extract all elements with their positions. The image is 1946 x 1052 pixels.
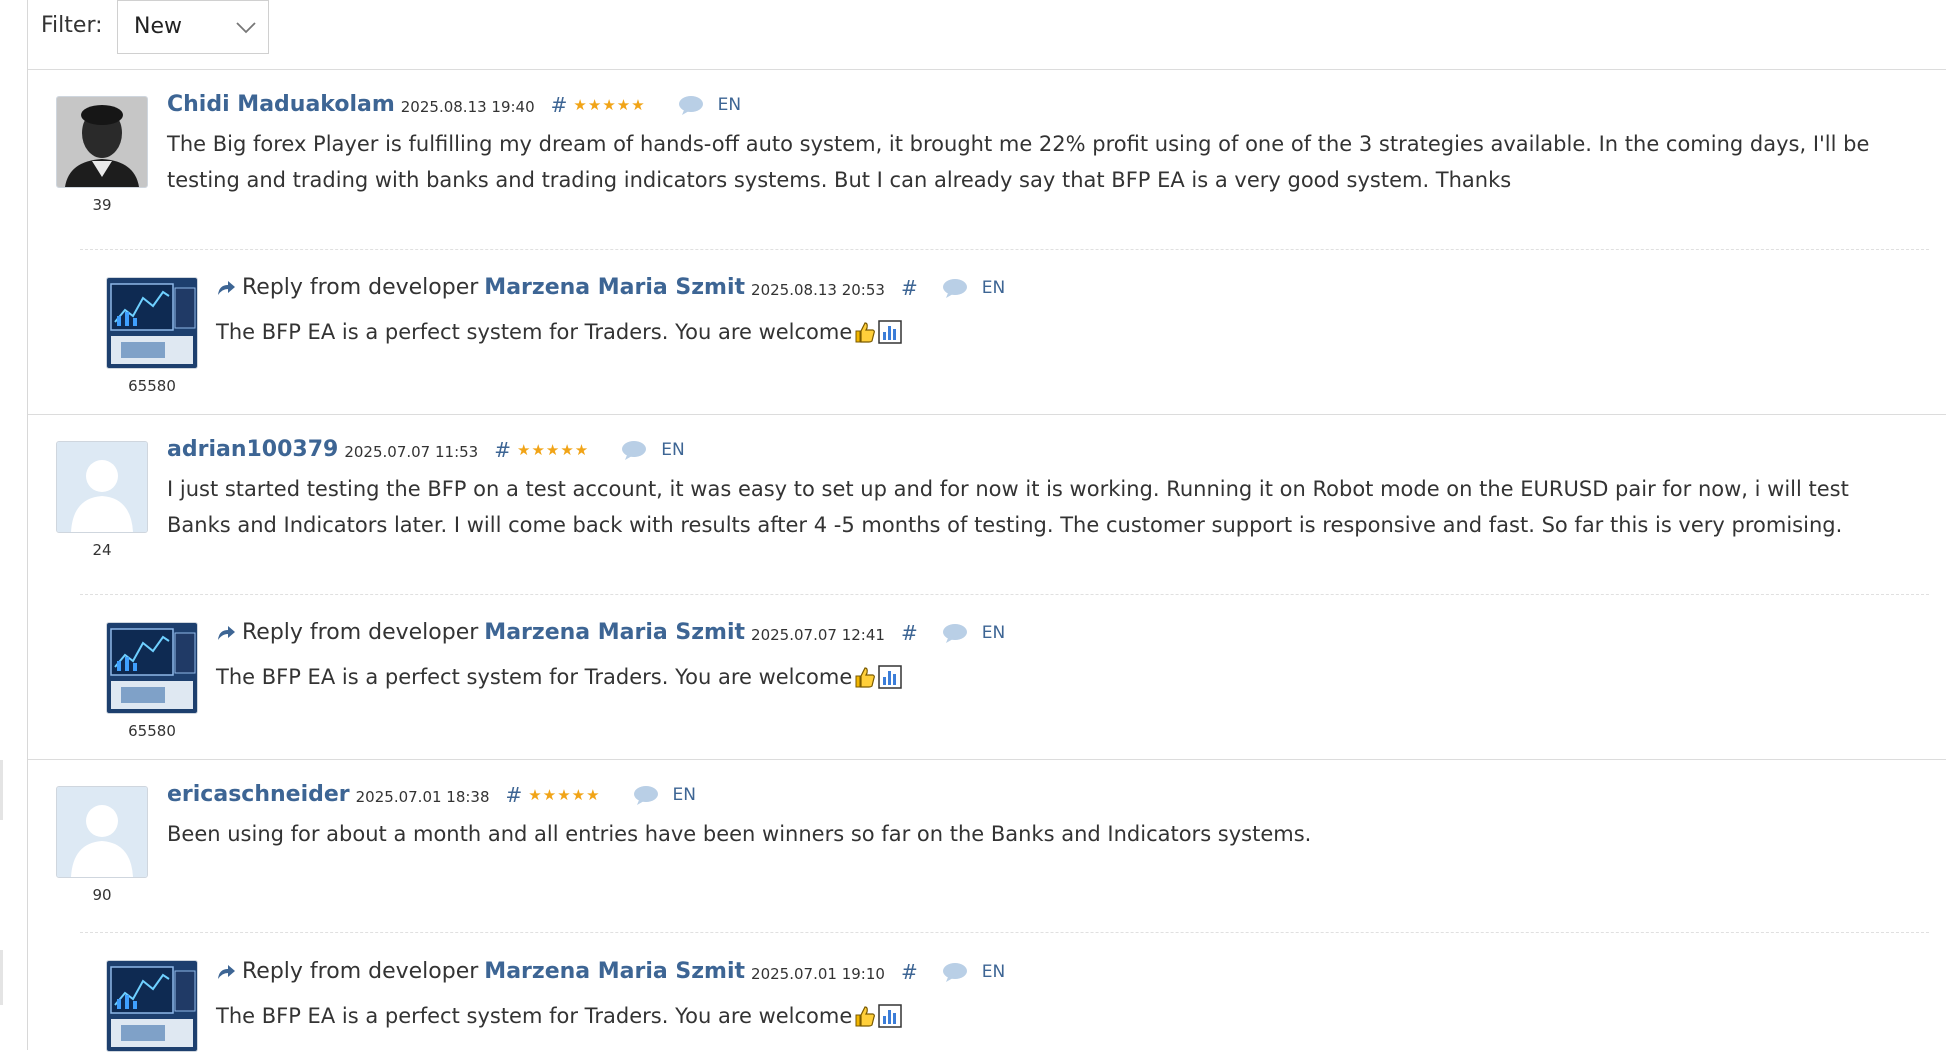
reply-date: 2025.07.07 12:41 [751, 625, 885, 644]
filter-bar: Filter: New [28, 0, 1946, 70]
developer-avatar-block: 65580 [106, 277, 198, 395]
thumbs-up-icon [855, 322, 876, 343]
developer-avatar[interactable] [106, 622, 198, 714]
developer-avatar[interactable] [106, 277, 198, 369]
reviewer-avatar-block: 24 [56, 441, 148, 559]
review-text: I just started testing the BFP on a test… [167, 477, 1849, 537]
reply-header: Reply from developer Marzena Maria Szmit… [216, 959, 1005, 984]
avatar[interactable] [56, 786, 148, 878]
review-header: ericaschneider 2025.07.01 18:38 # ★★★★★ … [167, 782, 696, 807]
developer-rating-count: 65580 [128, 377, 176, 395]
reply-date: 2025.08.13 20:53 [751, 280, 885, 299]
reply-text: The BFP EA is a perfect system for Trade… [216, 1004, 853, 1028]
reviewer-avatar-block: 39 [56, 96, 148, 214]
rating-stars: ★★★★★ [517, 440, 590, 459]
reply-label: Reply from developer [242, 275, 479, 300]
avatar[interactable] [56, 96, 148, 188]
reply-divider [80, 594, 1929, 595]
reply-text-row: The BFP EA is a perfect system for Trade… [216, 665, 903, 689]
developer-link[interactable]: Marzena Maria Szmit [484, 275, 745, 300]
reply-language-link[interactable]: EN [982, 623, 1005, 643]
reviewer-rating-count: 90 [92, 886, 112, 904]
reply-language-link[interactable]: EN [982, 962, 1005, 982]
left-panel-edge [0, 950, 3, 1005]
reply-header: Reply from developer Marzena Maria Szmit… [216, 620, 1005, 645]
reply-language-link[interactable]: EN [982, 278, 1005, 298]
developer-avatar[interactable] [106, 960, 198, 1052]
reply-text: The BFP EA is a perfect system for Trade… [216, 320, 853, 344]
reply-permalink-hash[interactable]: # [901, 276, 918, 300]
review-text: Been using for about a month and all ent… [167, 822, 1312, 846]
comment-bubble-icon[interactable] [942, 623, 968, 643]
reply-arrow-icon [218, 964, 235, 979]
reply-divider [80, 932, 1929, 933]
reviewer-rating-count: 39 [92, 196, 112, 214]
permalink-hash[interactable]: # [506, 783, 523, 807]
comment-bubble-icon[interactable] [621, 440, 647, 460]
comment-bubble-icon[interactable] [633, 785, 659, 805]
reply-permalink-hash[interactable]: # [901, 621, 918, 645]
permalink-hash[interactable]: # [494, 438, 511, 462]
avatar[interactable] [56, 441, 148, 533]
author-link[interactable]: adrian100379 [167, 437, 338, 462]
review-item: 24 adrian100379 2025.07.07 11:53 # ★★★★★… [28, 415, 1946, 760]
left-panel-edge [0, 760, 3, 820]
review-text: The Big forex Player is fulfilling my dr… [167, 132, 1870, 192]
reply-label: Reply from developer [242, 620, 479, 645]
reviewer-rating-count: 24 [92, 541, 112, 559]
filter-value: New [134, 14, 182, 39]
reply-text-row: The BFP EA is a perfect system for Trade… [216, 1004, 903, 1028]
reply-arrow-icon [218, 625, 235, 640]
reply-arrow-icon [218, 280, 235, 295]
review-date: 2025.07.07 11:53 [344, 442, 479, 461]
thumbs-up-icon [855, 667, 876, 688]
review-item: 39 Chidi Maduakolam 2025.08.13 19:40 # ★… [28, 70, 1946, 415]
filter-select[interactable]: New [117, 0, 269, 54]
thumbs-up-icon [855, 1006, 876, 1027]
reply-header: Reply from developer Marzena Maria Szmit… [216, 275, 1005, 300]
author-link[interactable]: Chidi Maduakolam [167, 92, 395, 117]
review-date: 2025.07.01 18:38 [355, 787, 490, 806]
reply-permalink-hash[interactable]: # [901, 960, 918, 984]
rating-stars: ★★★★★ [528, 785, 601, 804]
reply-text: The BFP EA is a perfect system for Trade… [216, 665, 853, 689]
comment-bubble-icon[interactable] [942, 962, 968, 982]
developer-avatar-block: 65580 [106, 622, 198, 740]
reviewer-avatar-block: 90 [56, 786, 148, 904]
reply-date: 2025.07.01 19:10 [751, 964, 885, 983]
review-header: adrian100379 2025.07.07 11:53 # ★★★★★ EN [167, 437, 685, 462]
filter-label: Filter: [41, 13, 103, 38]
developer-link[interactable]: Marzena Maria Szmit [484, 620, 745, 645]
reply-label: Reply from developer [242, 959, 479, 984]
bar-chart-icon [878, 320, 903, 344]
review-item: 90 ericaschneider 2025.07.01 18:38 # ★★★… [28, 760, 1946, 1052]
permalink-hash[interactable]: # [551, 93, 568, 117]
bar-chart-icon [878, 1004, 903, 1028]
review-date: 2025.08.13 19:40 [400, 97, 535, 116]
reply-divider [80, 249, 1929, 250]
author-link[interactable]: ericaschneider [167, 782, 350, 807]
developer-link[interactable]: Marzena Maria Szmit [484, 959, 745, 984]
comment-bubble-icon[interactable] [678, 95, 704, 115]
rating-stars: ★★★★★ [573, 95, 646, 114]
chevron-down-icon [236, 22, 256, 34]
bar-chart-icon [878, 665, 903, 689]
developer-avatar-block [106, 960, 198, 1052]
review-header: Chidi Maduakolam 2025.08.13 19:40 # ★★★★… [167, 92, 741, 117]
developer-rating-count: 65580 [128, 722, 176, 740]
language-link[interactable]: EN [718, 95, 741, 115]
comment-bubble-icon[interactable] [942, 278, 968, 298]
language-link[interactable]: EN [673, 785, 696, 805]
reply-text-row: The BFP EA is a perfect system for Trade… [216, 320, 903, 344]
language-link[interactable]: EN [661, 440, 684, 460]
